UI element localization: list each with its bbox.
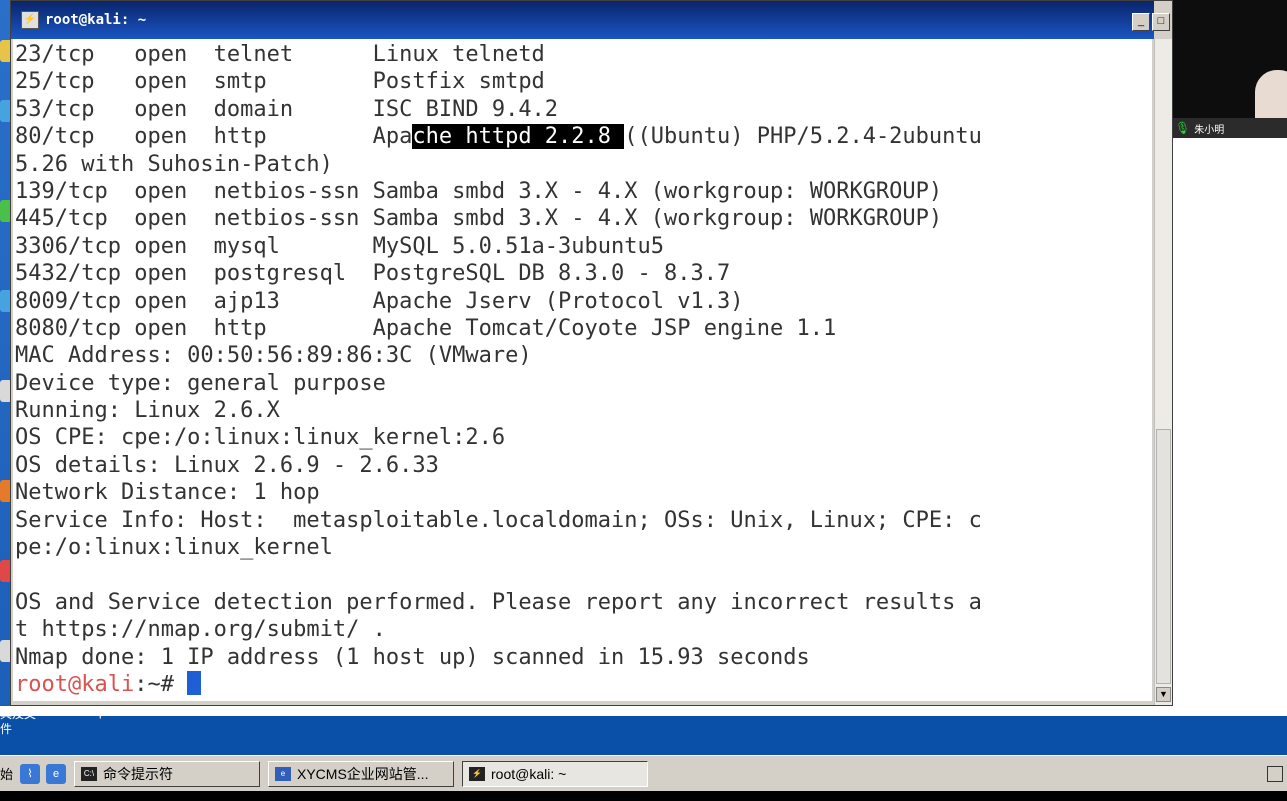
scrollbar[interactable]: ▼	[1154, 39, 1172, 705]
taskbar-item-cmd[interactable]: C:\ 命令提示符	[74, 760, 260, 787]
webcam-username: 朱小明	[1194, 124, 1225, 136]
webcam-person	[1255, 70, 1287, 118]
screen-bottom-edge	[0, 791, 1287, 801]
terminal-line: 139/tcp open netbios-ssn Samba smbd 3.X …	[15, 178, 943, 204]
background-window	[1173, 138, 1287, 716]
tray-icon[interactable]	[1267, 765, 1283, 782]
terminal-line: 23/tcp open telnet Linux telnetd	[15, 42, 545, 67]
taskbar-item-label: XYCMS企业网站管...	[297, 765, 429, 782]
terminal-line: pe:/o:linux:linux_kernel	[15, 535, 333, 561]
terminal-line: Nmap done: 1 IP address (1 host up) scan…	[15, 644, 810, 670]
taskbar-item-label: 命令提示符	[103, 765, 173, 782]
terminal-line: 25/tcp open smtp Postfix smtpd	[15, 69, 545, 95]
terminal-line: Service Info: Host: metasploitable.local…	[15, 507, 982, 533]
cmd-icon: C:\	[81, 766, 97, 781]
terminal-line: 5.26 with Suhosin-Patch)	[15, 151, 333, 177]
terminal-line: Network Distance: 1 hop	[15, 480, 320, 506]
terminal-line: 5432/tcp open postgresql PostgreSQL DB 8…	[15, 261, 731, 287]
line-segment: 80/tcp open http Apa	[15, 124, 413, 150]
browser-icon: e	[275, 766, 291, 781]
quick-launch-icon[interactable]: ⌇	[20, 763, 40, 784]
terminal-line: OS and Service detection performed. Plea…	[15, 589, 982, 615]
shell-prompt[interactable]: root@kali:~#	[15, 670, 982, 698]
taskbar-item-putty[interactable]: ⚡ root@kali: ~	[462, 760, 648, 787]
desktop-labels: 具及文 client.pfx	[0, 705, 120, 721]
background-window-strip	[0, 706, 1287, 716]
terminal-line: 53/tcp open domain ISC BIND 9.4.2	[15, 96, 559, 122]
putty-icon[interactable]: ⚡	[21, 11, 39, 29]
terminal-line: MAC Address: 00:50:56:89:86:3C (VMware)	[15, 343, 532, 369]
terminal-line: 8080/tcp open http Apache Tomcat/Coyote …	[15, 315, 837, 341]
prompt-suffix: :~#	[134, 671, 188, 697]
terminal-line: 3306/tcp open mysql MySQL 5.0.51a-3ubunt…	[15, 233, 665, 259]
desktop-file-label[interactable]: client.pfx	[48, 705, 120, 721]
microphone-icon[interactable]: 🎙	[1175, 121, 1190, 135]
ie-icon[interactable]: e	[46, 763, 66, 784]
terminal-line: 445/tcp open netbios-ssn Samba smbd 3.X …	[15, 206, 943, 232]
window-title: root@kali: ~	[45, 12, 147, 28]
terminal-line: 8009/tcp open ajp13 Apache Jserv (Protoc…	[15, 288, 744, 314]
terminal-line: Device type: general purpose	[15, 370, 386, 396]
prompt-user-host: root@kali	[15, 671, 135, 697]
terminal-line: OS details: Linux 2.6.9 - 2.6.33	[15, 452, 439, 478]
webcam-video	[1153, 0, 1287, 118]
maximize-button[interactable]: □	[1152, 13, 1170, 31]
text-cursor	[187, 670, 202, 695]
window-controls: _ □	[1132, 13, 1170, 31]
webcam-bar: 👤 🎙 朱小明	[1153, 118, 1287, 138]
taskbar-item-xycms[interactable]: e XYCMS企业网站管...	[268, 760, 454, 787]
terminal-line: OS CPE: cpe:/o:linux:linux_kernel:2.6	[15, 425, 506, 451]
terminal-line: t https://nmap.org/submit/ .	[15, 617, 386, 643]
putty-icon: ⚡	[469, 766, 485, 781]
desktop-label-sub: 件	[0, 722, 13, 736]
scrollbar-thumb[interactable]	[1156, 429, 1171, 684]
terminal-line: Running: Linux 2.6.X	[15, 398, 280, 424]
terminal-window: ⚡ root@kali: ~ _ □ 23/tcp open telnet Li…	[10, 0, 1173, 706]
text-selection[interactable]: che httpd 2.2.8	[412, 124, 625, 150]
terminal-lines: 23/tcp open telnet Linux telnetd 25/tcp …	[15, 41, 982, 698]
desktop-label[interactable]: 具及文	[0, 705, 36, 721]
taskbar: 始 ⌇ e C:\ 命令提示符 e XYCMS企业网站管... ⚡ root@k…	[0, 755, 1287, 791]
title-bar[interactable]: ⚡ root@kali: ~	[11, 1, 1154, 39]
line-segment: ((Ubuntu) PHP/5.2.4-2ubuntu	[624, 124, 982, 150]
terminal-output[interactable]: 23/tcp open telnet Linux telnetd 25/tcp …	[13, 39, 1152, 701]
start-button[interactable]: 始	[0, 764, 14, 783]
minimize-button[interactable]: _	[1132, 13, 1150, 31]
taskbar-item-label: root@kali: ~	[491, 765, 567, 782]
terminal-line-http: 80/tcp open http Apache httpd 2.2.8 ((Ub…	[15, 123, 982, 150]
scroll-down-arrow-icon[interactable]: ▼	[1156, 687, 1171, 702]
